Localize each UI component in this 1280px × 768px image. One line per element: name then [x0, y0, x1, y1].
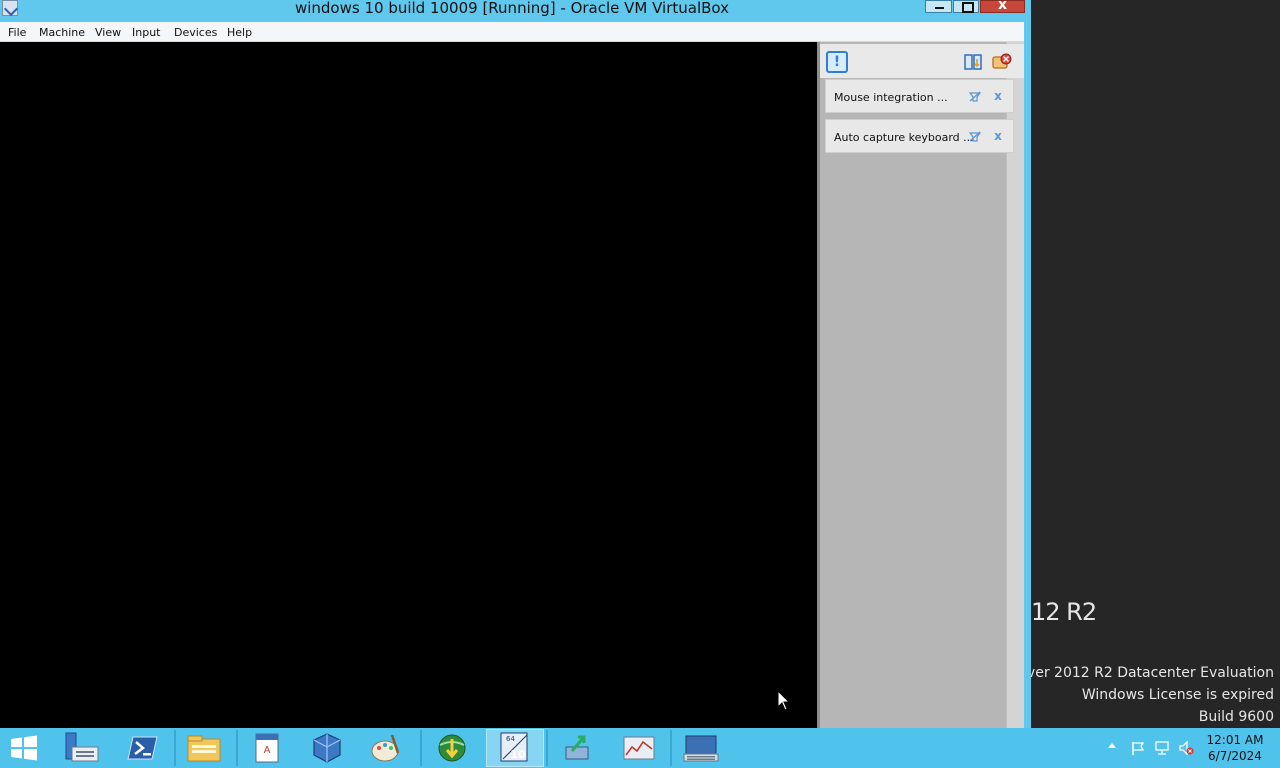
- desktop-watermark: 12 R2 Server 2012 R2 Datacenter Evaluati…: [1031, 600, 1280, 728]
- clock-date: 6/7/2024: [1208, 749, 1262, 763]
- svg-text:A: A: [264, 745, 271, 756]
- on-screen-keyboard-icon: [683, 735, 719, 762]
- taskbar-performance-monitor[interactable]: [610, 729, 668, 767]
- notification-text: Mouse integration ...: [834, 91, 948, 104]
- window-title: windows 10 build 10009 [Running] - Oracl…: [294, 0, 730, 17]
- window-titlebar[interactable]: windows 10 build 10009 [Running] - Oracl…: [0, 0, 1031, 22]
- menu-devices[interactable]: Devices: [174, 26, 217, 39]
- do-not-show-again-icon[interactable]: [969, 91, 981, 102]
- exclamation-icon: !: [833, 54, 841, 70]
- taskbar-windows10-vm[interactable]: 64 10: [486, 729, 544, 767]
- close-button[interactable]: x: [980, 0, 1025, 13]
- show-hidden-icons-icon[interactable]: [1108, 743, 1116, 748]
- collapse-all-icon[interactable]: [964, 53, 982, 71]
- file-explorer-icon: [187, 735, 221, 762]
- svg-text:64: 64: [506, 735, 515, 743]
- virtualbox-icon: [313, 733, 341, 763]
- taskbar-on-screen-keyboard[interactable]: [672, 729, 730, 767]
- taskbar-clock[interactable]: 12:01 AM 6/7/2024: [1200, 732, 1270, 764]
- maximize-button[interactable]: [953, 0, 979, 13]
- powershell-icon: [127, 736, 158, 760]
- taskbar-paint[interactable]: [358, 729, 416, 767]
- dismiss-all-icon[interactable]: [992, 53, 1012, 71]
- taskbar-server-manager[interactable]: [54, 729, 110, 767]
- notification-mouse-integration[interactable]: Mouse integration ... x: [825, 79, 1014, 113]
- menu-bar: File Machine View Input Devices Help: [0, 22, 1024, 42]
- menu-view[interactable]: View: [95, 26, 121, 39]
- taskbar-file-explorer[interactable]: [176, 729, 232, 767]
- performance-monitor-icon: [623, 736, 655, 760]
- start-button[interactable]: [0, 729, 48, 767]
- network-icon[interactable]: [1154, 740, 1170, 756]
- window-border: [1024, 22, 1031, 728]
- windows-start-icon: [11, 735, 37, 761]
- menu-file[interactable]: File: [8, 26, 26, 39]
- menu-machine[interactable]: Machine: [39, 26, 85, 39]
- watermark-license: Windows License is expired: [1081, 687, 1274, 703]
- do-not-show-again-icon[interactable]: [969, 131, 981, 142]
- taskbar-document[interactable]: A: [238, 729, 296, 767]
- notification-auto-capture-keyboard[interactable]: Auto capture keyboard ... x: [825, 119, 1014, 153]
- vm-display[interactable]: [0, 42, 817, 728]
- taskbar-green-arrow-tool[interactable]: [548, 729, 606, 767]
- taskbar-internet-download-manager[interactable]: [422, 729, 482, 767]
- minimize-button[interactable]: [925, 0, 952, 13]
- document-icon: A: [255, 733, 279, 763]
- windows10-vm-icon: 64 10: [500, 732, 528, 762]
- paint-icon: [371, 734, 400, 762]
- watermark-build: Build 9600: [1198, 709, 1274, 725]
- server-manager-icon: [65, 732, 99, 762]
- close-notification-icon[interactable]: x: [992, 130, 1004, 142]
- close-notification-icon[interactable]: x: [992, 90, 1004, 102]
- internet-download-manager-icon: [438, 734, 466, 762]
- notification-center-icon[interactable]: !: [826, 51, 848, 73]
- clock-time: 12:01 AM: [1206, 733, 1264, 747]
- taskbar: A 64 10 12:01 AM 6/7/2024: [0, 728, 1280, 768]
- green-arrow-tool-icon: [565, 735, 589, 760]
- mouse-cursor-icon: [777, 690, 791, 711]
- watermark-edition: Server 2012 R2 Datacenter Evaluation: [1031, 665, 1274, 681]
- taskbar-virtualbox[interactable]: [298, 729, 356, 767]
- menu-help[interactable]: Help: [227, 26, 252, 39]
- menu-input[interactable]: Input: [132, 26, 160, 39]
- watermark-title: 12 R2: [1031, 600, 1097, 626]
- notification-text: Auto capture keyboard ...: [834, 131, 974, 144]
- taskbar-powershell[interactable]: [114, 729, 172, 767]
- action-center-flag-icon[interactable]: [1130, 740, 1146, 756]
- svg-text:10: 10: [510, 748, 526, 761]
- close-icon: x: [997, 0, 1008, 13]
- volume-muted-icon[interactable]: [1178, 740, 1194, 756]
